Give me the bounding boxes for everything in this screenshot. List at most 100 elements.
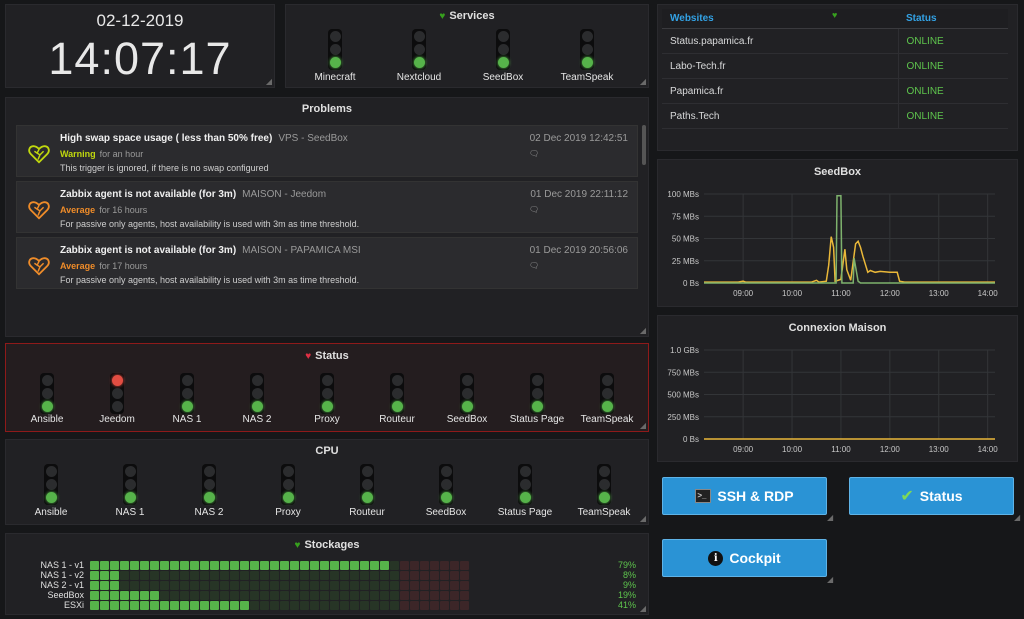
website-name[interactable]: Papamica.fr xyxy=(662,78,898,104)
storage-cell xyxy=(390,590,399,600)
storage-cell xyxy=(340,570,349,580)
problem-item[interactable]: High swap space usage ( less than 50% fr… xyxy=(16,125,638,177)
problem-date: 02 Dec 2019 12:42:51 xyxy=(529,133,628,144)
storage-cell xyxy=(270,560,279,570)
storage-cell xyxy=(240,580,249,590)
terminal-icon: >_ xyxy=(695,489,712,503)
heart-icon: ♥ xyxy=(832,10,838,20)
resize-handle[interactable]: ◢ xyxy=(640,327,646,335)
traffic-light-ansible xyxy=(40,373,54,414)
y-tick-label: 500 MBs xyxy=(667,391,699,400)
comment-icon[interactable]: 🗨 xyxy=(529,261,539,270)
storage-cell xyxy=(350,600,359,610)
resize-handle[interactable]: ◢ xyxy=(640,78,646,86)
light-top xyxy=(497,31,509,42)
storage-cell xyxy=(330,560,339,570)
storage-cell xyxy=(410,600,419,610)
storage-cell xyxy=(430,570,439,580)
cockpit-button[interactable]: i Cockpit xyxy=(662,539,827,577)
storage-cell xyxy=(90,570,99,580)
storage-cell xyxy=(210,600,219,610)
storage-cell xyxy=(180,560,189,570)
traffic-light-routeur xyxy=(390,373,404,414)
seedbox-chart[interactable]: 0 Bs 25 MBs 50 MBs 75 MBs 100 MBs 09:00 10:00 1… xyxy=(658,160,1017,306)
light-bottom xyxy=(45,492,57,503)
light-top xyxy=(111,375,123,386)
x-tick-label: 14:00 xyxy=(978,445,999,454)
comment-icon[interactable]: 🗨 xyxy=(529,205,539,214)
resize-handle[interactable]: ◢ xyxy=(640,605,646,613)
traffic-light-minecraft xyxy=(328,29,342,70)
storage-cell xyxy=(450,580,459,590)
storage-cell xyxy=(300,590,309,600)
storage-cell xyxy=(250,580,259,590)
heart-broken-icon xyxy=(28,255,50,277)
website-status: ONLINE xyxy=(897,103,1008,129)
problem-item[interactable]: Zabbix agent is not available (for 3m) MA… xyxy=(16,237,638,289)
storage-cell xyxy=(430,590,439,600)
column-header-status[interactable]: Status xyxy=(898,9,1008,29)
light-bottom xyxy=(361,492,373,503)
problem-host[interactable]: MAISON - Jeedom xyxy=(242,189,326,200)
clock-date: 02-12-2019 xyxy=(96,11,184,30)
storage-cell xyxy=(260,580,269,590)
website-name[interactable]: Labo-Tech.fr xyxy=(662,53,898,79)
storage-cell xyxy=(160,600,169,610)
storage-cell xyxy=(130,580,139,590)
storage-cell xyxy=(230,560,239,570)
light-top xyxy=(203,466,215,477)
x-tick-label: 10:00 xyxy=(782,289,803,298)
websites-panel: ♥ Websites Status Status.papamica.fr ONLI… xyxy=(657,4,1018,151)
light-bottom xyxy=(111,401,123,412)
website-name[interactable]: Status.papamica.fr xyxy=(662,28,898,54)
storage-cell xyxy=(390,570,399,580)
storage-percent: 41% xyxy=(617,600,636,610)
storage-cell xyxy=(310,590,319,600)
connexion-maison-chart[interactable]: 0 Bs 250 MBs 500 MBs 750 MBs 1.0 GBs 09:00 10:… xyxy=(658,316,1017,461)
y-tick-label: 0 Bs xyxy=(683,435,699,444)
traffic-light-label: NAS 1 xyxy=(172,414,202,425)
resize-handle[interactable]: ◢ xyxy=(640,422,646,430)
storage-cell xyxy=(420,580,429,590)
problem-host[interactable]: MAISON - PAPAMICA MSI xyxy=(242,245,361,256)
storage-cell xyxy=(120,590,129,600)
traffic-light-label: NAS 1 xyxy=(115,507,145,518)
light-top xyxy=(531,375,543,386)
problem-host[interactable]: VPS - SeedBox xyxy=(278,133,347,144)
problem-item[interactable]: Zabbix agent is not available (for 3m) MA… xyxy=(16,181,638,233)
x-tick-label: 13:00 xyxy=(929,289,950,298)
storage-cell xyxy=(230,590,239,600)
traffic-light-status-page xyxy=(530,373,544,414)
storage-cell xyxy=(260,600,269,610)
storage-cell xyxy=(270,580,279,590)
traffic-light-label: Routeur xyxy=(379,414,415,425)
ssh-rdp-button[interactable]: >_ SSH & RDP xyxy=(662,477,827,515)
light-top xyxy=(601,375,613,386)
status-button[interactable]: ✔ Status xyxy=(849,477,1014,515)
column-header-websites[interactable]: Websites xyxy=(662,9,898,29)
resize-handle[interactable]: ◢ xyxy=(827,576,1022,618)
traffic-light-label: NAS 2 xyxy=(194,507,224,518)
services-panel: ♥ Services Minecraft Nextcloud SeedBox TeamS… xyxy=(285,4,649,88)
comment-icon[interactable]: 🗨 xyxy=(529,149,539,158)
problem-age: for an hour xyxy=(99,149,144,159)
storage-row: NAS 1 - v1 xyxy=(26,560,469,570)
storage-label: ESXi xyxy=(63,600,84,610)
storage-cell xyxy=(220,570,229,580)
problem-name: Zabbix agent is not available (for 3m) xyxy=(60,245,237,256)
website-name[interactable]: Paths.Tech xyxy=(662,103,898,129)
storage-cell xyxy=(210,560,219,570)
traffic-light-label: Jeedom xyxy=(99,414,135,425)
storage-cell xyxy=(210,570,219,580)
light-middle xyxy=(41,388,53,399)
heart-broken-icon xyxy=(28,199,50,221)
storage-cell xyxy=(220,580,229,590)
scrollbar[interactable] xyxy=(642,125,646,165)
y-tick-label: 750 MBs xyxy=(667,368,699,377)
light-middle xyxy=(111,388,123,399)
storage-row: ESXi xyxy=(26,600,469,610)
storage-cell xyxy=(190,590,199,600)
resize-handle[interactable]: ◢ xyxy=(266,78,272,86)
traffic-light-seedbox xyxy=(439,464,453,505)
resize-handle[interactable]: ◢ xyxy=(640,515,646,523)
